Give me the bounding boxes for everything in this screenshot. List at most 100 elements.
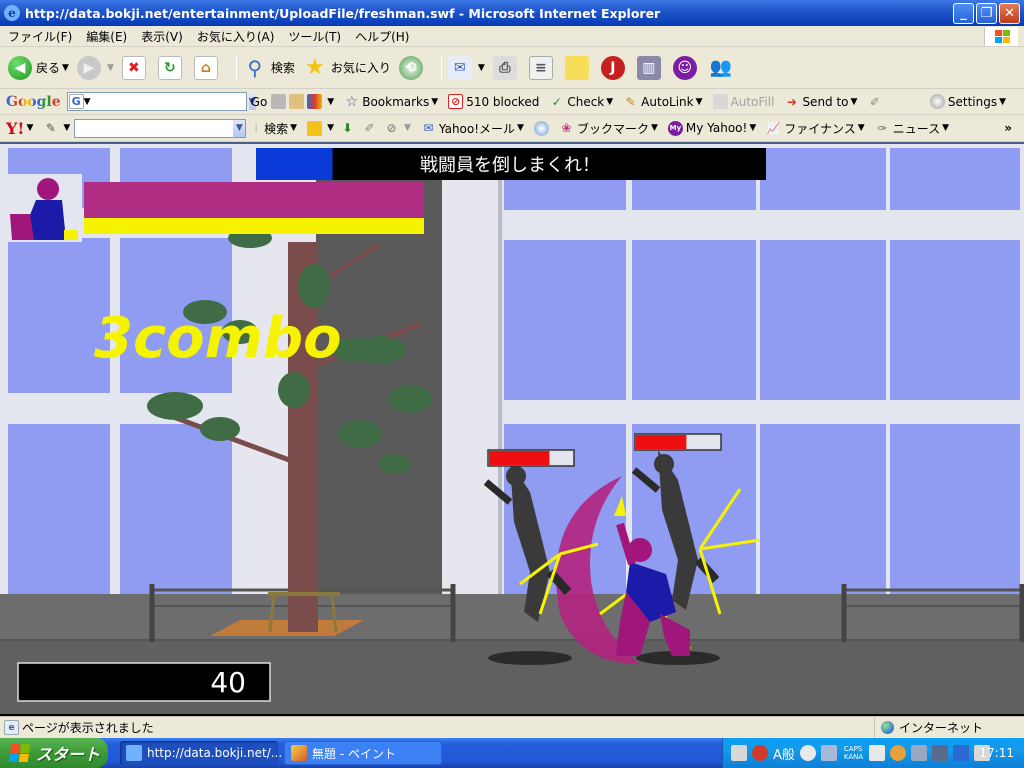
menu-favorites[interactable]: お気に入り(A) [197, 28, 275, 45]
status-bar: e ページが表示されました インターネット [0, 716, 1024, 738]
keyboard-icon[interactable] [731, 745, 747, 761]
google-settings-button[interactable]: Settings ▼ [929, 94, 1006, 109]
tray-expand-icon[interactable] [890, 745, 907, 761]
history-icon: ⟲ [398, 55, 423, 80]
print-button[interactable]: ⎙ [492, 55, 521, 80]
translate-button[interactable]: ▥ [636, 55, 665, 80]
flash-content-area[interactable]: 戦闘員を倒しまくれ！ 3combo 40 [0, 142, 1024, 716]
ime-options-icon[interactable] [869, 745, 886, 761]
google-go-button[interactable]: Go [251, 95, 268, 109]
google-bookmarks-button[interactable]: ☆ Bookmarks ▼ [344, 94, 438, 110]
player-health-bar [84, 182, 424, 218]
eraser-icon[interactable]: ✐ [362, 121, 377, 136]
yahoo-mail-button[interactable]: ✉ Yahoo!メール ▼ [421, 120, 524, 137]
taskbar-item-paint[interactable]: 無題 - ペイント [284, 741, 442, 765]
history-button[interactable]: ⟲ [398, 55, 427, 80]
back-arrow-icon: ◀ [8, 55, 32, 80]
player-portrait-arm [10, 214, 34, 240]
yahoo-mail-label: Yahoo!メール [438, 121, 516, 136]
my-yahoo-label: My Yahoo! [685, 121, 748, 135]
yahoo-search-field[interactable]: ▼ [74, 118, 247, 138]
mail-button[interactable]: ✉ ▼ [447, 55, 485, 80]
minimize-button[interactable]: _ [953, 3, 974, 24]
home-button[interactable]: ⌂ [193, 55, 222, 80]
bluetooth-icon[interactable] [953, 745, 970, 761]
google-options-dropdown-icon[interactable]: ▼ [327, 97, 334, 107]
yahoo-messenger-icon[interactable] [533, 120, 549, 136]
autolink-button[interactable]: ✎ AutoLink ▼ [623, 94, 703, 109]
start-button[interactable]: スタート [0, 738, 108, 768]
menu-edit[interactable]: 編集(E) [86, 28, 127, 45]
yahoo-search-type-dropdown-icon[interactable]: ▼ [290, 123, 297, 133]
system-tray: A般 CAPS KANA 17:11 [722, 738, 1024, 768]
spell-check-button[interactable]: ✓ Check ▼ [549, 94, 613, 109]
menu-tools[interactable]: ツール(T) [288, 28, 341, 45]
research-button[interactable]: J [600, 55, 629, 80]
popup-icon[interactable]: ⊘ [384, 121, 399, 136]
yahoo-news-label: ニュース [892, 121, 941, 136]
google-news-icon[interactable] [271, 94, 287, 109]
yahoo-search-dropdown-icon[interactable]: ▼ [233, 119, 246, 137]
ime-mode[interactable]: A般 [773, 744, 795, 763]
popup-blocked-button[interactable]: ⊘ 510 blocked [448, 94, 539, 109]
google-search-input[interactable] [90, 93, 249, 110]
send-to-button[interactable]: ➜ Send to ▼ [784, 94, 858, 109]
security-zone: インターネット [874, 717, 1024, 738]
google-page-icon[interactable] [289, 94, 305, 109]
note-button[interactable] [564, 55, 593, 80]
msn-button[interactable]: 👥 [709, 56, 737, 80]
refresh-button[interactable]: ↻ [157, 55, 186, 80]
yahoo-search-button[interactable]: 検索 [264, 120, 288, 137]
task-ie-label: http://data.bokji.net/... [147, 746, 283, 760]
edit-button[interactable]: ≡ [528, 55, 557, 80]
stop-button[interactable]: ✖ [121, 55, 150, 80]
forward-dropdown-icon[interactable]: ▼ [107, 63, 114, 73]
yahoo-finance-button[interactable]: 📈 ファイナンス ▼ [766, 120, 865, 137]
back-dropdown-icon[interactable]: ▼ [62, 63, 69, 73]
yahoo-menu-dropdown-icon[interactable]: ▼ [26, 123, 33, 133]
toolbar-chevron-icon[interactable]: » [1004, 121, 1012, 135]
clock[interactable]: 17:11 [979, 746, 1014, 760]
close-button[interactable]: ✕ [999, 3, 1020, 24]
google-search-field[interactable]: G ▼ ▼ [66, 92, 256, 111]
yahoo-messenger-button[interactable]: ☺ [672, 55, 701, 80]
taskbar-item-ie[interactable]: http://data.bokji.net/... [120, 741, 282, 765]
yahoo-folder-icon[interactable] [307, 120, 323, 136]
game-canvas[interactable]: 戦闘員を倒しまくれ！ 3combo 40 [0, 144, 1024, 714]
my-yahoo-button[interactable]: My My Yahoo! ▼ [667, 120, 756, 136]
spellcheck-icon: ✓ [551, 94, 562, 109]
ime-dictionary-icon[interactable] [820, 745, 837, 761]
menu-file[interactable]: ファイル(F) [8, 28, 72, 45]
favorites-button[interactable]: ★ お気に入り [303, 55, 391, 80]
network-icon[interactable] [911, 745, 928, 761]
display-icon[interactable] [932, 745, 949, 761]
g-dropdown-icon[interactable]: ▼ [84, 97, 91, 107]
pagerank-icon [307, 94, 323, 109]
yahoo-bookmark-button[interactable]: ❀ ブックマーク ▼ [559, 120, 657, 137]
ime-pad-icon[interactable] [752, 745, 768, 761]
back-button[interactable]: ◀ 戻る ▼ [8, 55, 69, 80]
maximize-button[interactable]: ❐ [976, 3, 997, 24]
window-pane [8, 424, 110, 594]
pencil-icon[interactable]: ✎ [43, 121, 58, 136]
menu-view[interactable]: 表示(V) [141, 28, 183, 45]
ime-tools-icon[interactable] [799, 745, 816, 761]
highlight-down-icon[interactable]: ⬇ [340, 121, 355, 136]
menu-help[interactable]: ヘルプ(H) [355, 28, 409, 45]
tree-leaves [379, 454, 411, 474]
autofill-button[interactable]: AutoFill [712, 94, 775, 109]
window-pane [120, 424, 232, 594]
yahoo-logo[interactable]: Y! [6, 119, 24, 138]
autofill-label: AutoFill [730, 94, 775, 109]
highlighter-icon[interactable]: ✐ [867, 94, 882, 109]
google-logo: Google [6, 94, 61, 110]
mail-dropdown-icon[interactable]: ▼ [478, 63, 485, 73]
combo-text: 3combo [94, 306, 342, 371]
yahoo-search-input[interactable] [75, 119, 234, 137]
yahoo-news-button[interactable]: ✑ ニュース ▼ [875, 120, 949, 137]
forward-button[interactable]: ▶ ▼ [76, 55, 114, 80]
pencil-dropdown-icon[interactable]: ▼ [63, 123, 70, 133]
mission-text: 戦闘員を倒しまくれ！ [420, 155, 600, 176]
search-button[interactable]: ⚲ 検索 [243, 56, 295, 80]
search-label: 検索 [270, 61, 295, 75]
